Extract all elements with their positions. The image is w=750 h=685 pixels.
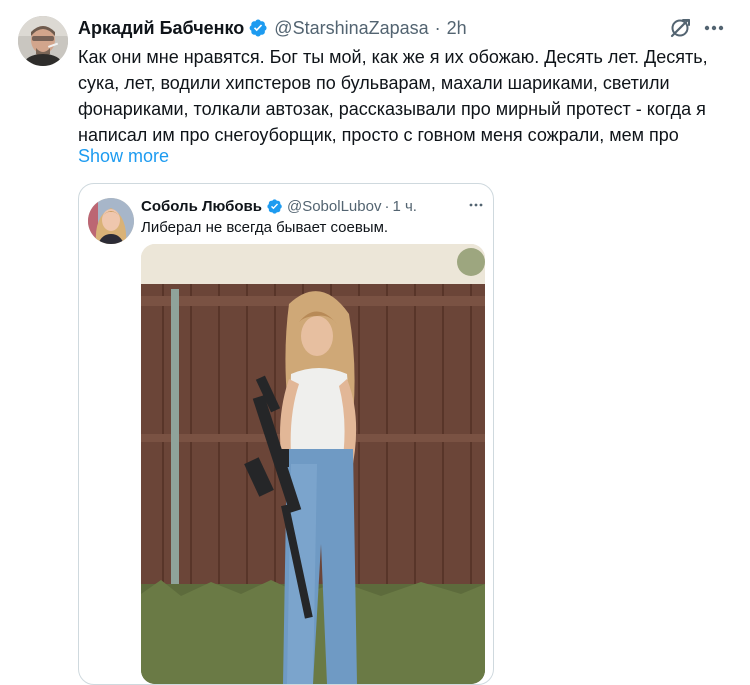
separator-dot: · [434, 17, 441, 38]
quoted-tweet[interactable]: Соболь Любовь @SobolLubov · 1 ч. Либерал… [78, 183, 494, 685]
grok-icon[interactable] [668, 16, 692, 40]
tweet-text: Как они мне нравятся. Бог ты мой, как же… [78, 47, 708, 145]
quoted-author-avatar[interactable] [88, 198, 134, 244]
quoted-author-handle[interactable]: @SobolLubov [287, 198, 381, 215]
tweet-header: Аркадий Бабченко @StarshinaZapasa · 2h [78, 16, 467, 40]
separator-dot: · [384, 197, 390, 215]
quoted-tweet-text: Либерал не всегда бывает соевым. [141, 219, 389, 236]
more-options-icon[interactable] [467, 198, 485, 212]
verified-badge-icon[interactable] [248, 18, 268, 38]
show-more-link[interactable]: Show more [78, 143, 169, 169]
quoted-tweet-header: Соболь Любовь @SobolLubov · 1 ч. [141, 196, 417, 216]
quoted-tweet-timestamp[interactable]: 1 ч. [392, 198, 417, 215]
quoted-tweet-photo[interactable] [141, 244, 485, 684]
tweet[interactable]: Аркадий Бабченко @StarshinaZapasa · 2h К… [0, 0, 750, 685]
tweet-timestamp[interactable]: 2h [447, 18, 467, 39]
quoted-author-name[interactable]: Соболь Любовь [141, 198, 262, 215]
more-options-icon[interactable] [700, 16, 728, 40]
author-handle[interactable]: @StarshinaZapasa [274, 18, 428, 39]
author-avatar[interactable] [18, 16, 68, 66]
author-name[interactable]: Аркадий Бабченко [78, 18, 244, 39]
verified-badge-icon[interactable] [266, 198, 283, 215]
